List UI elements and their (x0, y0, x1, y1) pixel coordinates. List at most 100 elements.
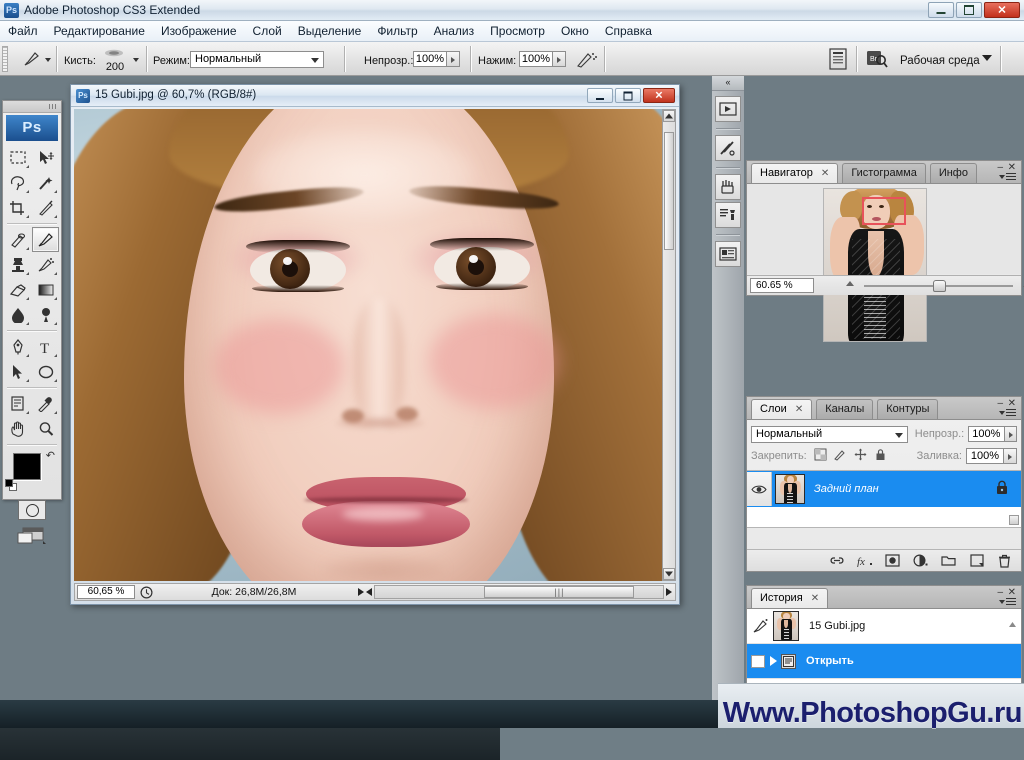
layer-opacity-input[interactable]: 100% (968, 426, 1005, 442)
panel-menu-icon[interactable] (999, 172, 1017, 182)
menu-item-view[interactable]: Просмотр (482, 21, 553, 41)
hand-tool[interactable] (4, 416, 31, 441)
link-layers-icon[interactable] (828, 553, 845, 569)
layer-fill-slider-button[interactable] (1004, 448, 1017, 464)
magic-wand-tool[interactable] (32, 170, 59, 195)
new-adjustment-layer-icon[interactable] (912, 553, 929, 569)
close-icon[interactable]: ✕ (811, 593, 819, 604)
zoom-tool[interactable] (32, 416, 59, 441)
history-brush-tool[interactable] (32, 252, 59, 277)
image-canvas[interactable] (74, 109, 664, 581)
history-brush-source-checkbox[interactable] (751, 654, 765, 668)
tab-history[interactable]: История ✕ (751, 588, 829, 608)
clone-stamp-tool[interactable] (4, 252, 31, 277)
healing-brush-tool[interactable] (4, 227, 31, 252)
delete-layer-icon[interactable] (996, 553, 1013, 569)
menu-item-layer[interactable]: Слой (245, 21, 290, 41)
tool-presets-panel-icon[interactable] (715, 135, 741, 161)
lock-image-icon[interactable] (833, 448, 847, 464)
dock-collapse-button[interactable]: « (712, 76, 744, 91)
airbrush-icon[interactable] (576, 50, 598, 71)
path-selection-tool[interactable] (4, 359, 31, 384)
default-colors-icon[interactable] (5, 479, 17, 491)
marquee-tool[interactable] (4, 145, 31, 170)
scroll-right-button[interactable] (666, 588, 672, 596)
tab-channels[interactable]: Каналы (816, 399, 874, 419)
history-state-list[interactable]: 15 Gubi.jpg Открыть (747, 609, 1021, 694)
pen-tool[interactable] (4, 334, 31, 359)
flow-slider-button[interactable] (553, 51, 566, 67)
dodge-tool[interactable] (32, 302, 59, 327)
scroll-left-button[interactable] (366, 588, 372, 596)
layer-fill-input[interactable]: 100% (966, 448, 1004, 464)
history-snapshot-row[interactable]: 15 Gubi.jpg (747, 609, 1021, 644)
layer-opacity-slider-button[interactable] (1004, 426, 1017, 442)
options-bar-grip[interactable] (2, 46, 8, 72)
crop-tool[interactable] (4, 195, 31, 220)
brushes-panel-icon[interactable] (715, 174, 741, 200)
layer-scroll-down-button[interactable] (1009, 515, 1019, 525)
menu-item-image[interactable]: Изображение (153, 21, 245, 41)
flow-input[interactable]: 100% (519, 51, 553, 67)
close-icon[interactable]: ✕ (821, 168, 829, 179)
blur-tool[interactable] (4, 302, 31, 327)
lasso-tool[interactable] (4, 170, 31, 195)
scroll-up-button[interactable] (663, 110, 675, 122)
document-zoom-input[interactable]: 60,65 % (77, 585, 135, 599)
layer-list-scrollbar[interactable] (1009, 473, 1019, 525)
canvas-vertical-scrollbar[interactable] (662, 109, 676, 581)
brush-tool-icon[interactable] (22, 50, 42, 71)
layer-list[interactable]: Задний план (747, 470, 1021, 528)
tab-paths[interactable]: Контуры (877, 399, 939, 419)
history-brush-source-icon[interactable] (747, 610, 773, 642)
brush-preset-dropdown-arrow[interactable] (45, 58, 51, 62)
close-icon[interactable]: ✕ (795, 404, 803, 415)
layer-name[interactable]: Задний план (814, 483, 995, 495)
tab-navigator[interactable]: Навигатор ✕ (751, 163, 839, 183)
move-tool[interactable] (32, 145, 59, 170)
status-expand-arrow[interactable] (358, 588, 364, 596)
shape-tool[interactable] (32, 359, 59, 384)
vertical-scroll-thumb[interactable] (664, 132, 674, 250)
slice-tool[interactable] (32, 195, 59, 220)
lock-transparency-icon[interactable] (814, 448, 827, 464)
type-tool[interactable]: T (32, 334, 59, 359)
layer-comps-panel-icon[interactable] (715, 241, 741, 267)
close-button[interactable]: ✕ (984, 2, 1020, 18)
document-minimize-button[interactable] (587, 88, 613, 103)
document-title-bar[interactable]: Ps 15 Gubi.jpg @ 60,7% (RGB/8#) ✕ (71, 85, 679, 107)
new-layer-icon[interactable] (968, 553, 985, 569)
horizontal-scroll-thumb[interactable]: ||| (484, 586, 635, 598)
navigator-view-box[interactable] (862, 197, 906, 225)
navigator-preview-area[interactable] (747, 184, 1021, 342)
menu-item-analysis[interactable]: Анализ (426, 21, 483, 41)
blend-mode-select[interactable]: Нормальный (190, 51, 324, 68)
workspace-dropdown-arrow[interactable] (982, 55, 992, 61)
scroll-down-button[interactable] (663, 568, 675, 580)
navigator-zoom-input[interactable]: 60.65 % (750, 278, 814, 293)
document-maximize-button[interactable] (615, 88, 641, 103)
menu-item-edit[interactable]: Редактирование (46, 21, 153, 41)
add-layer-mask-icon[interactable] (884, 553, 901, 569)
document-close-button[interactable]: ✕ (643, 88, 675, 103)
notes-tool[interactable] (4, 391, 31, 416)
gradient-tool[interactable] (32, 277, 59, 302)
navigator-zoom-slider[interactable] (846, 279, 1024, 293)
tab-histogram[interactable]: Гистограмма (842, 163, 926, 183)
zoom-slider-knob[interactable] (932, 279, 946, 292)
menu-item-select[interactable]: Выделение (290, 21, 370, 41)
brush-tool[interactable] (32, 227, 59, 252)
panel-menu-icon[interactable] (999, 408, 1017, 418)
history-scroll-up-button[interactable] (1008, 620, 1017, 632)
go-to-bridge-icon[interactable]: Br (866, 48, 888, 73)
eraser-tool[interactable] (4, 277, 31, 302)
brush-size-dropdown-arrow[interactable] (133, 58, 139, 62)
canvas-horizontal-scrollbar[interactable]: ||| (374, 585, 664, 599)
minimize-button[interactable] (928, 2, 954, 18)
palettes-toggle-icon[interactable] (828, 48, 848, 73)
maximize-button[interactable] (956, 2, 982, 18)
clone-source-panel-icon[interactable] (715, 202, 741, 228)
tab-layers[interactable]: Слои ✕ (751, 399, 813, 419)
layer-thumbnail[interactable] (775, 474, 805, 504)
panel-menu-icon[interactable] (999, 597, 1017, 607)
